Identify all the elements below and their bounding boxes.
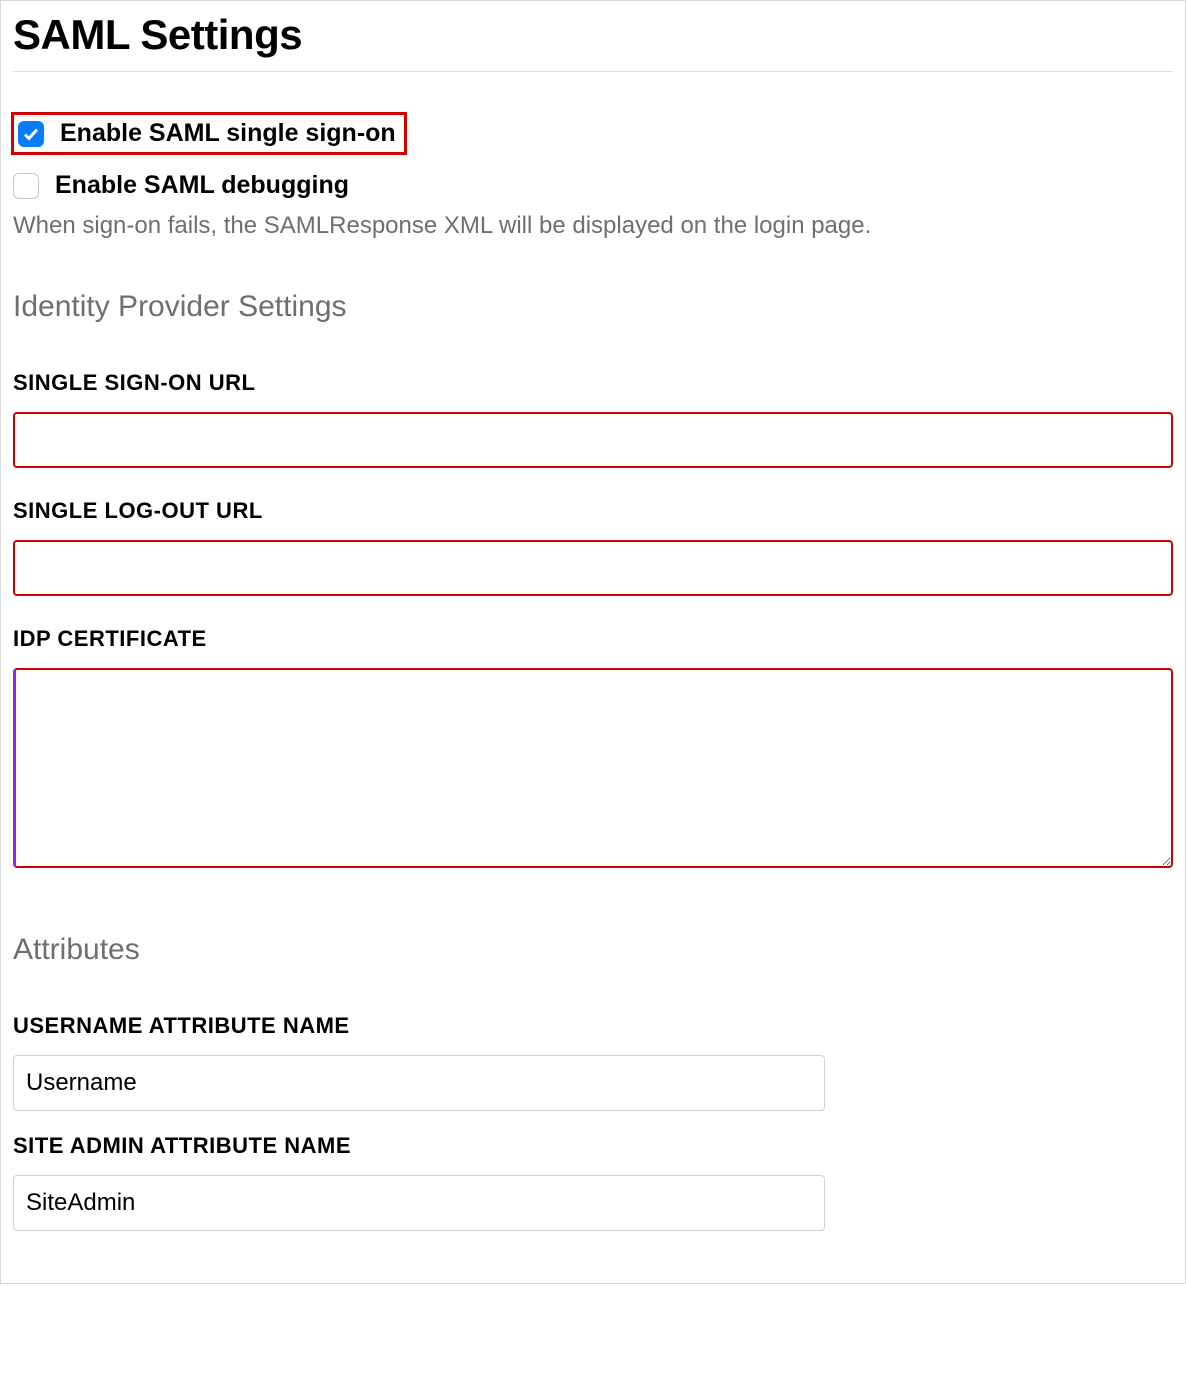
site-admin-attr-label: SITE ADMIN ATTRIBUTE NAME — [13, 1133, 1173, 1159]
username-attr-label: USERNAME ATTRIBUTE NAME — [13, 1013, 1173, 1039]
username-attr-group: USERNAME ATTRIBUTE NAME — [13, 1013, 1173, 1111]
enable-sso-row[interactable]: Enable SAML single sign-on — [11, 112, 407, 155]
enable-debugging-checkbox[interactable] — [13, 173, 39, 199]
idp-cert-group: IDP CERTIFICATE — [13, 626, 1173, 873]
idp-cert-label: IDP CERTIFICATE — [13, 626, 1173, 652]
site-admin-attr-input[interactable] — [13, 1175, 825, 1231]
username-attr-input[interactable] — [13, 1055, 825, 1111]
slo-url-group: SINGLE LOG-OUT URL — [13, 498, 1173, 596]
attributes-section: Attributes USERNAME ATTRIBUTE NAME SITE … — [13, 933, 1173, 1231]
debugging-description: When sign-on fails, the SAMLResponse XML… — [13, 212, 1173, 240]
sso-url-input[interactable] — [13, 412, 1173, 468]
attributes-section-title: Attributes — [13, 933, 1173, 967]
sso-url-group: SINGLE SIGN-ON URL — [13, 370, 1173, 468]
slo-url-input[interactable] — [13, 540, 1173, 596]
saml-settings-panel: SAML Settings Enable SAML single sign-on… — [0, 0, 1186, 1284]
idp-section-title: Identity Provider Settings — [13, 290, 1173, 324]
idp-cert-textarea[interactable] — [13, 668, 1173, 868]
enable-debugging-row[interactable]: Enable SAML debugging — [13, 165, 1173, 206]
enable-debugging-label: Enable SAML debugging — [55, 171, 349, 200]
enable-sso-label: Enable SAML single sign-on — [60, 119, 396, 148]
sso-url-label: SINGLE SIGN-ON URL — [13, 370, 1173, 396]
site-admin-attr-group: SITE ADMIN ATTRIBUTE NAME — [13, 1133, 1173, 1231]
slo-url-label: SINGLE LOG-OUT URL — [13, 498, 1173, 524]
page-title: SAML Settings — [13, 11, 1173, 59]
divider — [13, 71, 1173, 72]
check-icon — [23, 126, 39, 142]
enable-sso-checkbox[interactable] — [18, 121, 44, 147]
